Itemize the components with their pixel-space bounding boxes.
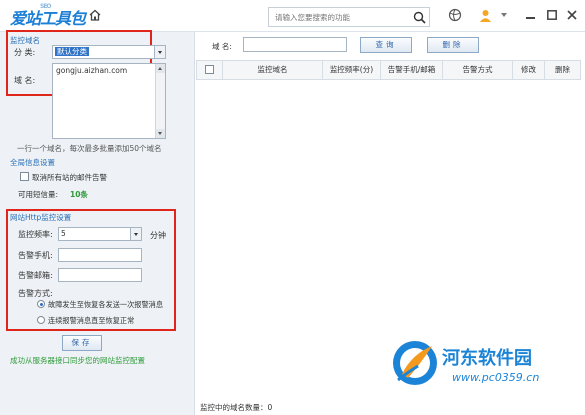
cancel-alert-label: 取消所有站的邮件告警 bbox=[32, 173, 107, 182]
phone-label: 告警手机: bbox=[18, 251, 53, 260]
freq-select[interactable]: 5 bbox=[58, 227, 142, 241]
search-input[interactable] bbox=[269, 8, 404, 26]
search-box[interactable] bbox=[268, 7, 430, 27]
watermark-logo-icon bbox=[393, 341, 437, 385]
freq-unit: 分钟 bbox=[150, 231, 166, 240]
logo-sub: SEO bbox=[40, 3, 51, 10]
col-domain: 监控域名 bbox=[223, 61, 323, 79]
domain-textarea[interactable]: gongju.aizhan.com bbox=[52, 63, 166, 139]
email-field[interactable] bbox=[58, 268, 142, 282]
minimize-icon[interactable] bbox=[526, 12, 536, 20]
user-avatar-icon[interactable] bbox=[478, 8, 493, 23]
col-contact: 告警手机/邮箱 bbox=[381, 61, 443, 79]
select-all-cell bbox=[197, 61, 223, 79]
category-value: 默认分类 bbox=[55, 47, 89, 56]
freq-label: 监控频率: bbox=[18, 230, 53, 239]
home-icon[interactable] bbox=[88, 8, 102, 22]
maximize-icon[interactable] bbox=[547, 10, 557, 20]
chevron-down-icon[interactable] bbox=[130, 228, 141, 240]
freq-value: 5 bbox=[61, 229, 66, 238]
group-title-global: 全局信息设置 bbox=[10, 158, 55, 167]
dropdown-arrow-icon[interactable] bbox=[501, 13, 507, 17]
select-all-checkbox[interactable] bbox=[205, 65, 214, 74]
watermark-title: 河东软件园 bbox=[442, 348, 532, 369]
sms-value: 10条 bbox=[70, 190, 88, 199]
watermark-url: www.pc0359.cn bbox=[452, 371, 540, 384]
email-label: 告警邮箱: bbox=[18, 271, 53, 280]
col-frequency: 监控频率(分) bbox=[323, 61, 381, 79]
domain-filter-input[interactable] bbox=[243, 37, 347, 52]
search-icon[interactable] bbox=[413, 11, 426, 24]
scroll-up-icon[interactable] bbox=[156, 64, 165, 73]
delete-button[interactable]: 删除 bbox=[427, 37, 479, 53]
save-button[interactable]: 保存 bbox=[62, 335, 102, 351]
col-edit: 修改 bbox=[513, 61, 545, 79]
close-icon[interactable] bbox=[567, 10, 577, 20]
app-logo: 爱站工具包 SEO bbox=[10, 3, 86, 29]
scroll-down-icon[interactable] bbox=[156, 129, 165, 138]
status-message: 成功从服务器接口同步您的网站监控配置 bbox=[10, 356, 145, 365]
top-bar: 爱站工具包 SEO bbox=[0, 0, 585, 32]
domain-label: 域 名: bbox=[14, 76, 36, 85]
sms-label: 可用短信量: bbox=[18, 190, 59, 199]
domain-scrollbar[interactable] bbox=[155, 64, 165, 138]
phone-field[interactable] bbox=[58, 248, 142, 262]
domain-value: gongju.aizhan.com bbox=[56, 66, 128, 75]
browser-icon[interactable] bbox=[448, 8, 462, 22]
category-select[interactable]: 默认分类 bbox=[52, 45, 166, 59]
method-radio-once[interactable] bbox=[37, 300, 45, 308]
domain-hint: 一行一个域名，每次最多批量添加50个域名 bbox=[17, 144, 162, 153]
method-option-continuous: 连续报警消息直至恢复正常 bbox=[48, 316, 135, 325]
cancel-alert-checkbox[interactable] bbox=[20, 172, 29, 181]
method-radio-continuous[interactable] bbox=[37, 316, 45, 324]
col-method: 告警方式 bbox=[443, 61, 513, 79]
domain-count: 监控中的域名数量：0 bbox=[200, 403, 273, 412]
col-delete: 删除 bbox=[555, 65, 570, 74]
chevron-down-icon[interactable] bbox=[154, 46, 165, 58]
method-option-once: 故障发生至恢复各发送一次报警消息 bbox=[48, 300, 164, 309]
logo-text: 爱站工具包 bbox=[10, 9, 86, 28]
method-label: 告警方式: bbox=[18, 289, 53, 298]
query-button[interactable]: 查询 bbox=[360, 37, 412, 53]
table-header: 监控域名 监控频率(分) 告警手机/邮箱 告警方式 修改 删除 bbox=[196, 60, 581, 80]
category-label: 分 类: bbox=[14, 48, 36, 57]
domain-filter-label: 域 名: bbox=[212, 42, 232, 51]
